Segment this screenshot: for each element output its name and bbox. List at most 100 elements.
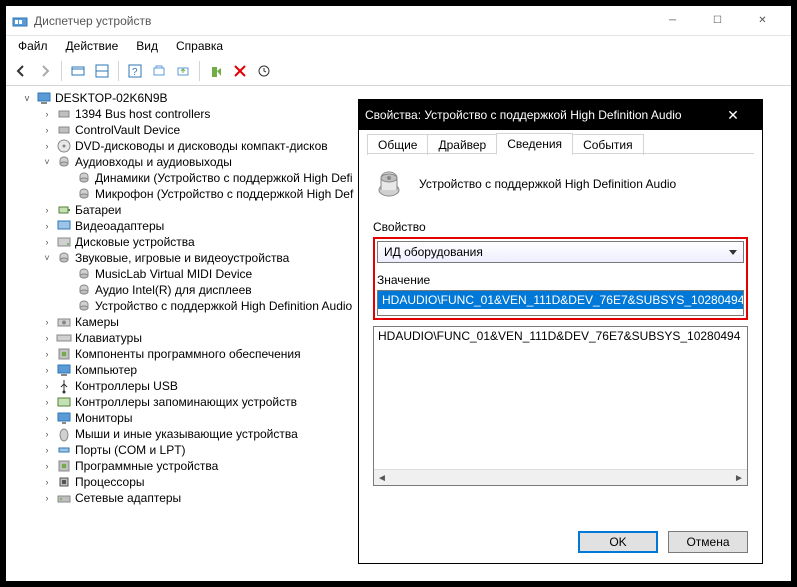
property-dropdown-value: ИД оборудования: [384, 245, 483, 259]
value-item[interactable]: HDAUDIO\FUNC_01&VEN_111D&DEV_76E7&SUBSYS…: [374, 327, 747, 345]
forward-button[interactable]: [34, 60, 56, 82]
tree-item-label: Звуковые, игровые и видеоустройства: [75, 250, 289, 266]
value-listbox-top[interactable]: HDAUDIO\FUNC_01&VEN_111D&DEV_76E7&SUBSYS…: [377, 290, 744, 316]
toolbar-update-driver[interactable]: [172, 60, 194, 82]
device-large-icon: [373, 168, 405, 200]
tree-item-label: Микрофон (Устройство с поддержкой High D…: [95, 186, 353, 202]
tree-item-label: DVD-дисководы и дисководы компакт-дисков: [75, 138, 328, 154]
titlebar[interactable]: Диспетчер устройств ─ ☐ ✕: [6, 6, 791, 36]
computer-icon: [56, 362, 72, 378]
cancel-button[interactable]: Отмена: [668, 531, 748, 553]
tab-details[interactable]: Сведения: [496, 133, 573, 155]
speaker-icon: [76, 266, 92, 282]
speaker-icon: [56, 250, 72, 266]
tree-item-label: Мыши и иные указывающие устройства: [75, 426, 298, 442]
scroll-left-icon[interactable]: ◄: [374, 470, 390, 486]
value-item-selected[interactable]: HDAUDIO\FUNC_01&VEN_111D&DEV_76E7&SUBSYS…: [378, 291, 743, 309]
tab-driver[interactable]: Драйвер: [427, 134, 497, 155]
dialog-titlebar[interactable]: Свойства: Устройство с поддержкой High D…: [359, 100, 762, 130]
app-icon: [12, 13, 28, 29]
computer-icon: [36, 90, 52, 106]
cpu-icon: [56, 474, 72, 490]
speaker-icon: [76, 282, 92, 298]
window-controls: ─ ☐ ✕: [650, 6, 785, 35]
properties-dialog: Свойства: Устройство с поддержкой High D…: [358, 99, 763, 564]
menu-view[interactable]: Вид: [128, 37, 166, 55]
dialog-close-button[interactable]: ✕: [710, 100, 756, 130]
speaker-icon: [76, 298, 92, 314]
scroll-right-icon[interactable]: ►: [731, 470, 747, 486]
dialog-button-row: OK Отмена: [578, 531, 748, 553]
value-label: Значение: [377, 273, 744, 287]
property-dropdown[interactable]: ИД оборудования: [377, 241, 744, 263]
toolbar-show-hide[interactable]: [67, 60, 89, 82]
tree-item-label: Аудиовходы и аудиовыходы: [75, 154, 232, 170]
toolbar-enable[interactable]: [205, 60, 227, 82]
storage-icon: [56, 394, 72, 410]
menu-action[interactable]: Действие: [58, 37, 127, 55]
dialog-title: Свойства: Устройство с поддержкой High D…: [365, 108, 682, 122]
tree-item-label: ControlVault Device: [75, 122, 180, 138]
keyboard-icon: [56, 330, 72, 346]
property-label: Свойство: [373, 220, 748, 234]
tree-item-label: Компоненты программного обеспечения: [75, 346, 301, 362]
tree-item-label: 1394 Bus host controllers: [75, 106, 210, 122]
network-icon: [56, 490, 72, 506]
back-button[interactable]: [10, 60, 32, 82]
minimize-button[interactable]: ─: [650, 6, 695, 35]
disk-icon: [56, 234, 72, 250]
usb-icon: [56, 378, 72, 394]
tree-item-label: Компьютер: [75, 362, 137, 378]
tree-item-label: Дисковые устройства: [75, 234, 195, 250]
tree-root-label: DESKTOP-02K6N9B: [55, 90, 168, 106]
tree-item-label: Мониторы: [75, 410, 132, 426]
camera-icon: [56, 314, 72, 330]
tab-strip: Общие Драйвер Сведения События: [359, 130, 762, 154]
battery-icon: [56, 202, 72, 218]
menu-bar: Файл Действие Вид Справка: [6, 36, 791, 56]
port-icon: [56, 442, 72, 458]
value-listbox[interactable]: HDAUDIO\FUNC_01&VEN_111D&DEV_76E7&SUBSYS…: [373, 326, 748, 486]
tree-item-label: Устройство с поддержкой High Definition …: [95, 298, 352, 314]
tab-general[interactable]: Общие: [367, 134, 428, 155]
component-icon: [56, 458, 72, 474]
toolbar-scan-hardware[interactable]: [253, 60, 275, 82]
display-icon: [56, 218, 72, 234]
tree-item-label: MusicLab Virtual MIDI Device: [95, 266, 252, 282]
component-icon: [56, 346, 72, 362]
tree-item-label: Аудио Intel(R) для дисплеев: [95, 282, 252, 298]
monitor-icon: [56, 410, 72, 426]
maximize-button[interactable]: ☐: [695, 6, 740, 35]
disc-icon: [56, 138, 72, 154]
tree-item-label: Процессоры: [75, 474, 145, 490]
toolbar-properties[interactable]: [91, 60, 113, 82]
tree-item-label: Динамики (Устройство с поддержкой High D…: [95, 170, 353, 186]
svg-text:?: ?: [132, 67, 138, 78]
speaker-icon: [76, 186, 92, 202]
tree-item-label: Контроллеры USB: [75, 378, 178, 394]
tab-events[interactable]: События: [572, 134, 644, 155]
tree-item-label: Сетевые адаптеры: [75, 490, 181, 506]
tree-item-label: Камеры: [75, 314, 119, 330]
tree-item-label: Программные устройства: [75, 458, 218, 474]
tree-item-label: Батареи: [75, 202, 121, 218]
close-button[interactable]: ✕: [740, 6, 785, 35]
toolbar-uninstall[interactable]: [229, 60, 251, 82]
menu-file[interactable]: Файл: [10, 37, 56, 55]
device-icon: [56, 122, 72, 138]
toolbar-scan[interactable]: [148, 60, 170, 82]
tree-item-label: Видеоадаптеры: [75, 218, 164, 234]
toolbar-help[interactable]: ?: [124, 60, 146, 82]
window-title: Диспетчер устройств: [34, 14, 151, 28]
ok-button[interactable]: OK: [578, 531, 658, 553]
tree-item-label: Клавиатуры: [75, 330, 142, 346]
tab-page-details: Устройство с поддержкой High Definition …: [359, 154, 762, 500]
listbox-horizontal-scrollbar[interactable]: ◄ ►: [374, 469, 747, 485]
toolbar: ?: [6, 56, 791, 86]
tree-item-label: Контроллеры запоминающих устройств: [75, 394, 297, 410]
mouse-icon: [56, 426, 72, 442]
speaker-icon: [76, 170, 92, 186]
menu-help[interactable]: Справка: [168, 37, 231, 55]
speaker-icon: [56, 154, 72, 170]
highlight-box: ИД оборудования Значение HDAUDIO\FUNC_01…: [373, 237, 748, 320]
